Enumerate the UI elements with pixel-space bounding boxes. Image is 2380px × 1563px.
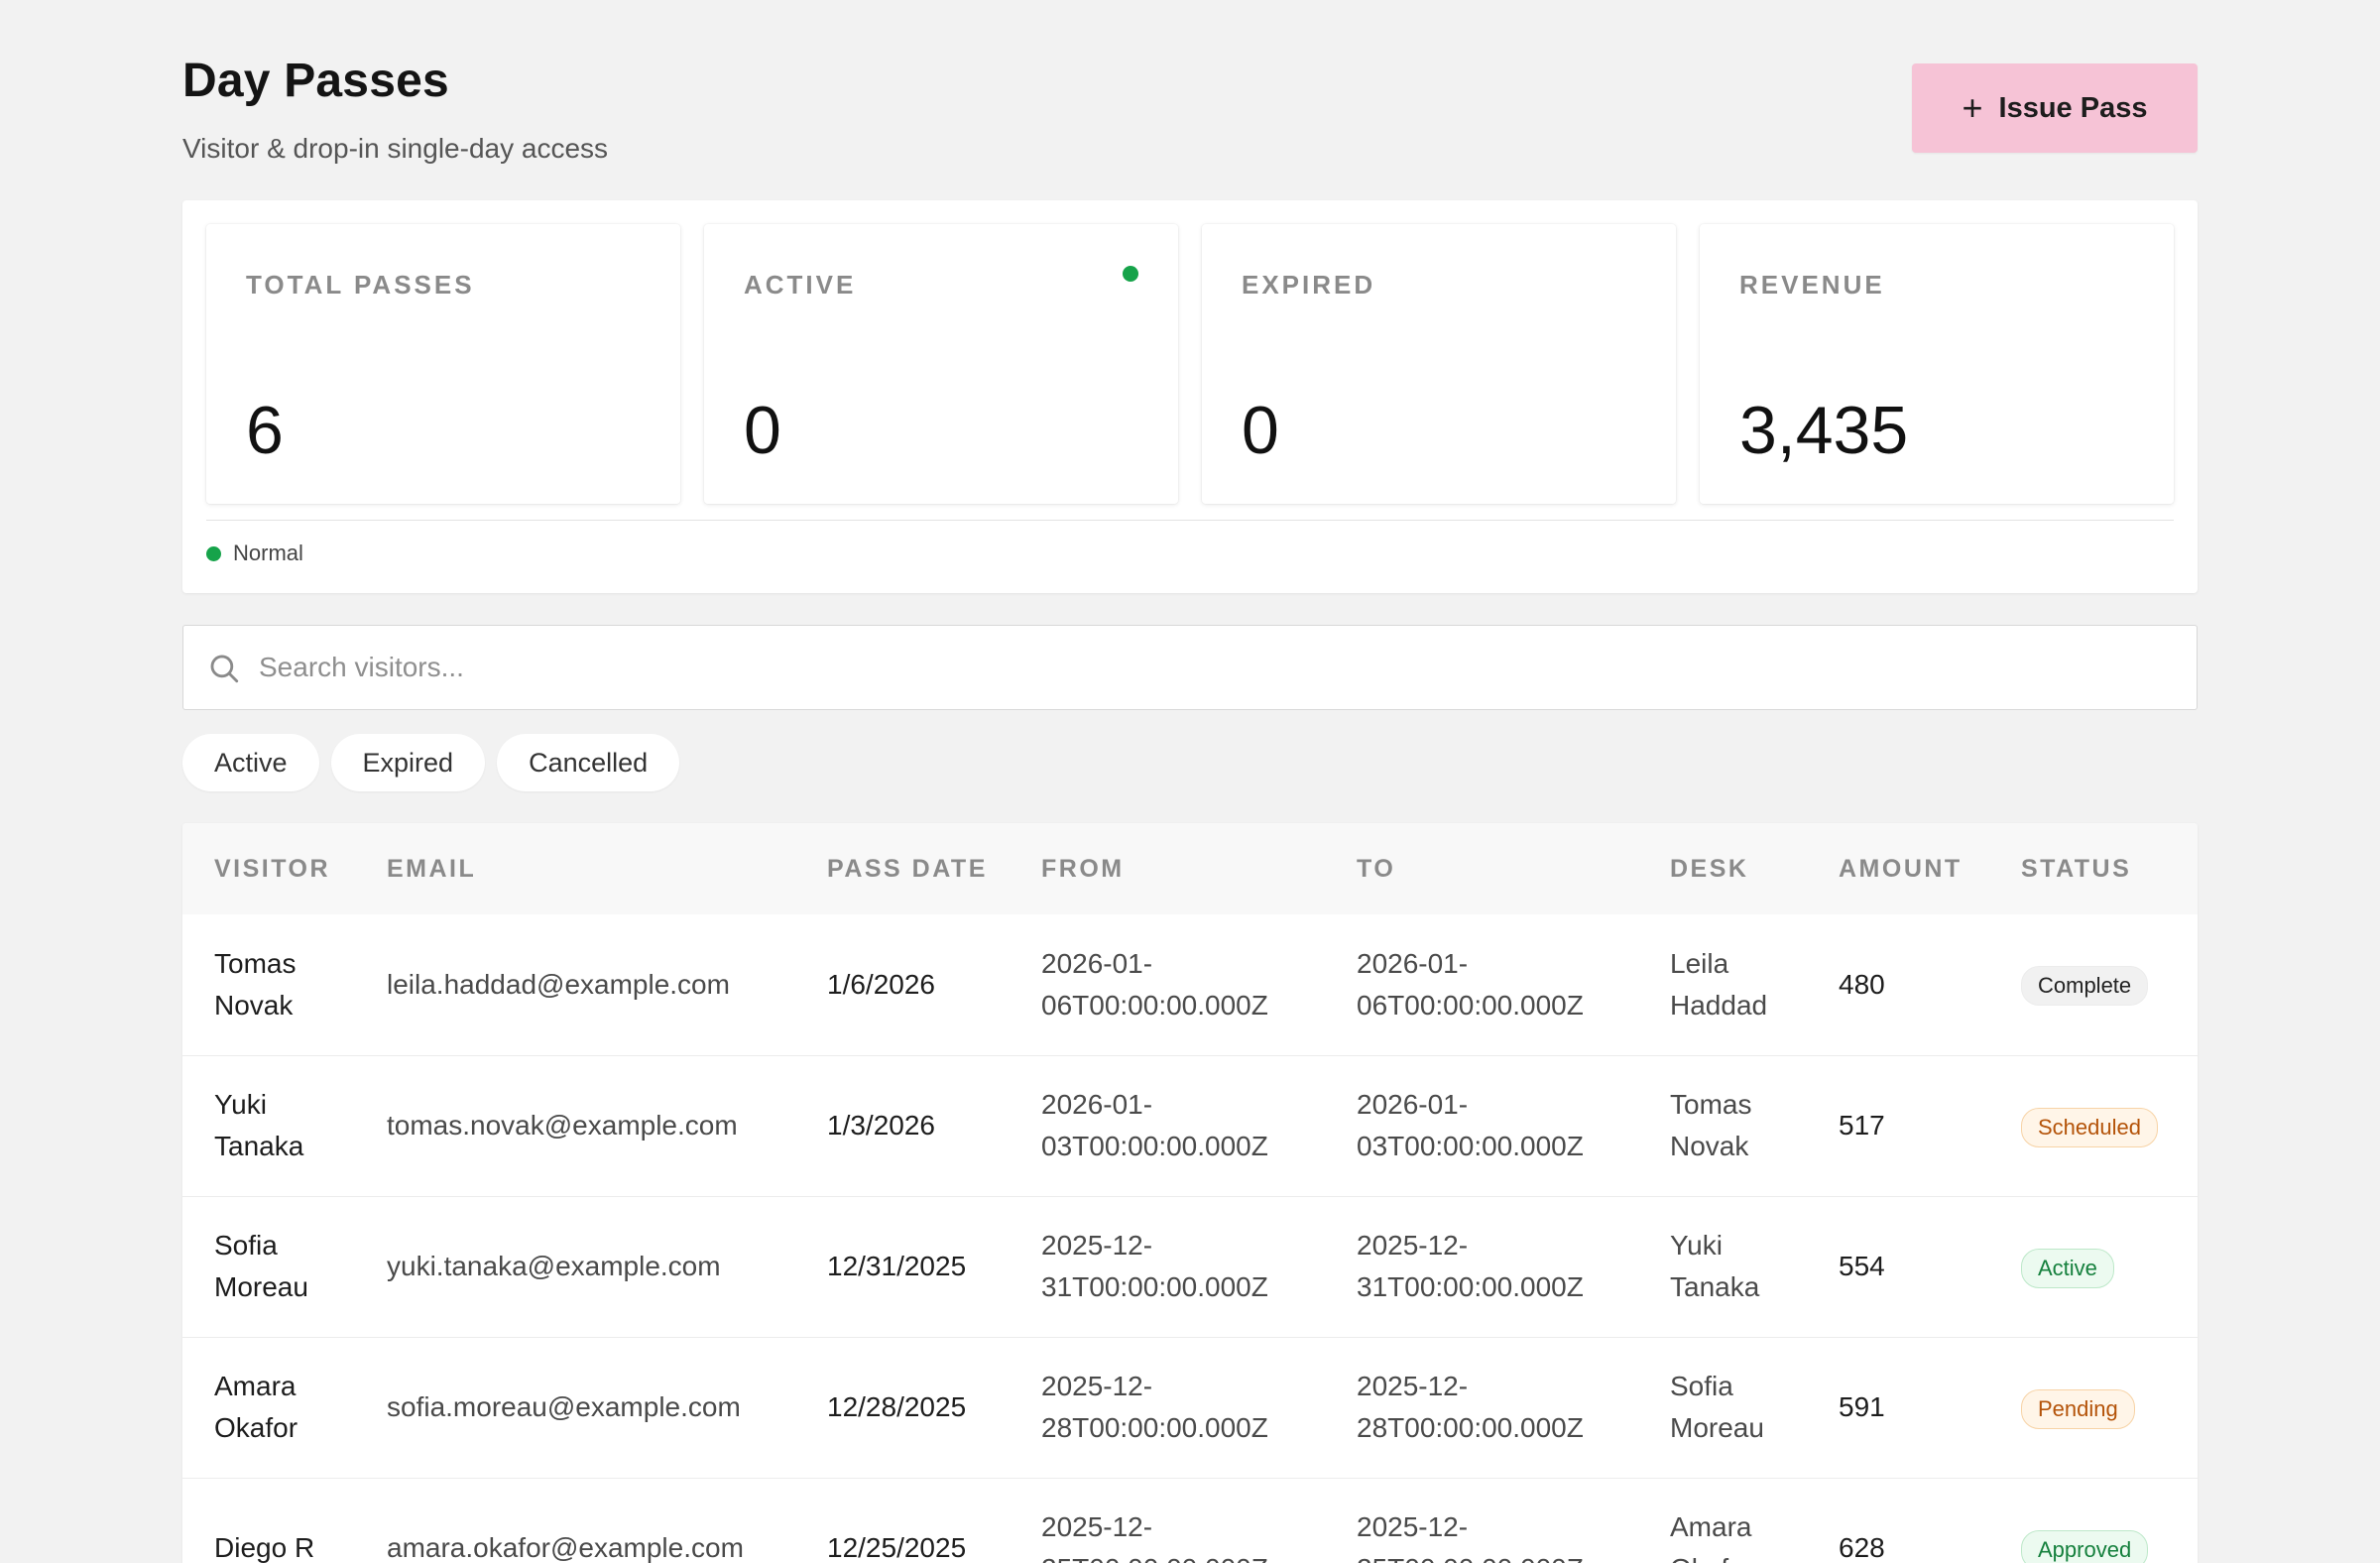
column-header-to[interactable]: TO [1325, 823, 1638, 914]
cell-pass-date: 12/31/2025 [827, 1251, 967, 1281]
status-dot-icon [206, 545, 221, 561]
cell-pass-date: 1/3/2026 [827, 1110, 935, 1141]
cell-status: Complete [1989, 914, 2198, 1055]
cell-amount: 480 [1839, 968, 1885, 1000]
column-header-pass-date[interactable]: PASS DATE [795, 823, 1010, 914]
search-icon [210, 655, 239, 683]
cell-pass-date: 12/28/2025 [827, 1391, 967, 1422]
cell-to: 2026-01-03T00:00:00.000Z [1357, 1089, 1584, 1161]
cell-from: 2025-12-28T00:00:00.000Z [1041, 1371, 1268, 1443]
stat-label: REVENUE [1739, 270, 1885, 300]
cell-from: 2026-01-03T00:00:00.000Z [1041, 1089, 1268, 1161]
cell-amount: 628 [1839, 1532, 1885, 1563]
page-title: Day Passes [182, 55, 449, 107]
stat-value: 3,435 [1739, 393, 1909, 468]
search-box [182, 625, 2198, 710]
stat-value: 0 [744, 393, 781, 468]
cell-desk: Tomas Novak [1670, 1089, 1752, 1161]
cell-from: 2026-01-06T00:00:00.000Z [1041, 947, 1268, 1021]
column-header-from[interactable]: FROM [1010, 823, 1325, 914]
cell-to: 2026-01-06T00:00:00.000Z [1357, 947, 1584, 1021]
cell-email: sofia.moreau@example.com [387, 1391, 741, 1422]
cell-desk: Yuki Tanaka [1670, 1230, 1760, 1302]
table-row[interactable]: Yuki Tanaka tomas.novak@example.com 1/3/… [182, 1055, 2198, 1196]
stat-value: 6 [246, 393, 284, 468]
status-badge: Approved [2021, 1529, 2149, 1563]
page-container: Day Passes Visitor & drop-in single-day … [182, 0, 2198, 1563]
status-badge: Pending [2021, 1388, 2135, 1429]
cell-visitor: Sofia Moreau [214, 1230, 308, 1302]
table-row[interactable]: Amara Okafor sofia.moreau@example.com 12… [182, 1337, 2198, 1478]
cell-status: Approved [1989, 1478, 2198, 1563]
cell-to: 2025-12-25T00:00:00.000Z [1357, 1511, 1584, 1563]
cell-from: 2025-12-25T00:00:00.000Z [1041, 1511, 1268, 1563]
cell-email: amara.okafor@example.com [387, 1532, 744, 1563]
stats-panel: TOTAL PASSES 6 ACTIVE 0 EXPIRED 0 REVENU… [182, 200, 2198, 593]
page-subtitle: Visitor & drop-in single-day access [182, 133, 609, 164]
filter-chips: Active Expired Cancelled [182, 734, 680, 791]
column-header-email[interactable]: EMAIL [355, 823, 795, 914]
cell-desk: Leila Haddad [1670, 947, 1768, 1021]
cell-visitor: Diego R [214, 1532, 315, 1563]
table-row[interactable]: Sofia Moreau yuki.tanaka@example.com 12/… [182, 1196, 2198, 1337]
cell-email: yuki.tanaka@example.com [387, 1251, 721, 1281]
table-row[interactable]: Tomas Novak leila.haddad@example.com 1/6… [182, 914, 2198, 1055]
passes-table-grid: VISITOR EMAIL PASS DATE FROM TO DESK AMO… [182, 823, 2198, 1563]
issue-pass-button[interactable]: + Issue Pass [1912, 63, 2198, 153]
stat-card-total-passes: TOTAL PASSES 6 [206, 224, 680, 504]
status-badge: Complete [2021, 966, 2149, 1007]
cell-pass-date: 1/6/2026 [827, 968, 935, 1000]
passes-table: VISITOR EMAIL PASS DATE FROM TO DESK AMO… [182, 823, 2198, 1563]
cell-visitor: Amara Okafor [214, 1371, 298, 1443]
stat-card-expired: EXPIRED 0 [1202, 224, 1676, 504]
active-indicator-dot [1123, 266, 1138, 282]
page-header: Day Passes Visitor & drop-in single-day … [182, 0, 2198, 198]
status-badge: Active [2021, 1248, 2114, 1288]
cell-desk: Sofia Moreau [1670, 1371, 1764, 1443]
filter-chip-active[interactable]: Active [182, 734, 319, 791]
cell-visitor: Yuki Tanaka [214, 1089, 304, 1161]
stat-label: EXPIRED [1242, 270, 1376, 300]
cell-pass-date: 12/25/2025 [827, 1532, 967, 1563]
stat-label: TOTAL PASSES [246, 270, 475, 300]
cell-amount: 517 [1839, 1110, 1885, 1141]
cell-amount: 554 [1839, 1251, 1885, 1281]
column-header-status[interactable]: STATUS [1989, 823, 2198, 914]
table-header-row: VISITOR EMAIL PASS DATE FROM TO DESK AMO… [182, 823, 2198, 914]
cell-to: 2025-12-28T00:00:00.000Z [1357, 1371, 1584, 1443]
cell-status: Active [1989, 1196, 2198, 1337]
cell-desk: Amara Okafor [1670, 1511, 1753, 1563]
filter-chip-cancelled[interactable]: Cancelled [497, 734, 680, 791]
stat-value: 0 [1242, 393, 1279, 468]
stat-card-revenue: REVENUE 3,435 [1700, 224, 2174, 504]
cell-status: Pending [1989, 1337, 2198, 1478]
stat-label: ACTIVE [744, 270, 857, 300]
cell-amount: 591 [1839, 1391, 1885, 1422]
cell-visitor: Tomas Novak [214, 947, 297, 1021]
column-header-desk[interactable]: DESK [1638, 823, 1807, 914]
plus-icon: + [1962, 87, 1983, 128]
column-header-visitor[interactable]: VISITOR [182, 823, 355, 914]
table-row[interactable]: Diego R amara.okafor@example.com 12/25/2… [182, 1478, 2198, 1563]
cell-email: tomas.novak@example.com [387, 1110, 738, 1141]
filter-chip-expired[interactable]: Expired [330, 734, 486, 791]
column-header-amount[interactable]: AMOUNT [1807, 823, 1989, 914]
status-badge: Scheduled [2021, 1107, 2158, 1147]
cell-status: Scheduled [1989, 1055, 2198, 1196]
cell-from: 2025-12-31T00:00:00.000Z [1041, 1230, 1268, 1302]
stat-card-active: ACTIVE 0 [704, 224, 1178, 504]
issue-pass-label: Issue Pass [1998, 91, 2148, 124]
status-legend: Normal [206, 541, 303, 566]
cell-to: 2025-12-31T00:00:00.000Z [1357, 1230, 1584, 1302]
panel-divider [206, 520, 2174, 521]
status-legend-label: Normal [233, 541, 303, 565]
cell-email: leila.haddad@example.com [387, 968, 730, 1000]
search-input[interactable] [259, 626, 2143, 708]
